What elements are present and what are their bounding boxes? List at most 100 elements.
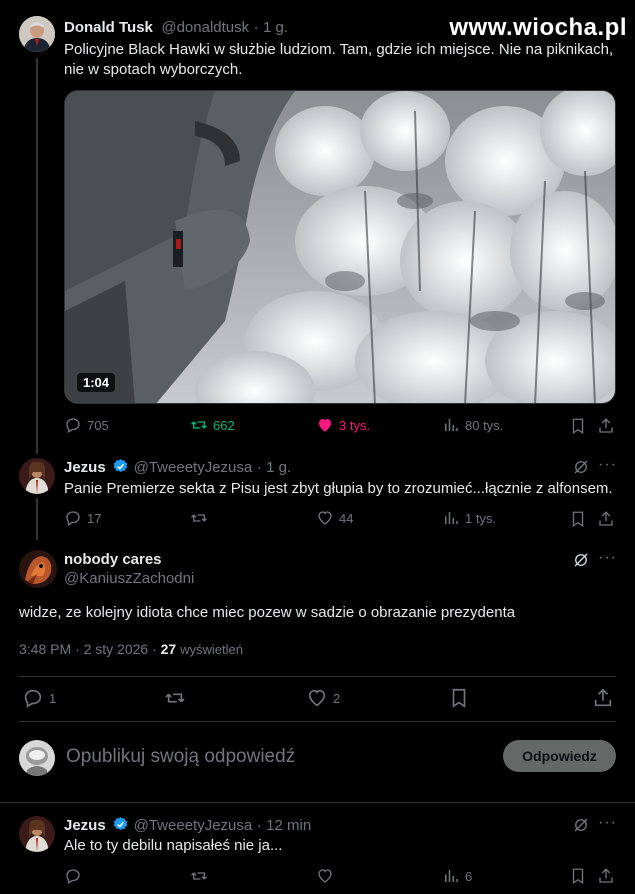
thread-line bbox=[36, 58, 38, 454]
video-thumbnail bbox=[65, 91, 615, 403]
main-tweet-text: widze, ze kolejny idiota chce miec pozew… bbox=[19, 604, 516, 621]
retweet-icon bbox=[191, 514, 207, 522]
views-count: 80 tys. bbox=[465, 417, 504, 433]
reply-icon bbox=[66, 418, 80, 433]
views-icon bbox=[445, 419, 458, 431]
reply-button[interactable]: 705 bbox=[64, 416, 109, 434]
heart-icon bbox=[318, 511, 332, 525]
verified-badge-icon bbox=[113, 459, 128, 473]
bookmark-icon[interactable] bbox=[448, 687, 470, 709]
author-handle[interactable]: @TweeetyJezusa bbox=[134, 817, 253, 834]
grok-icon[interactable] bbox=[572, 458, 590, 476]
separator: · bbox=[256, 817, 262, 834]
reply-count: 705 bbox=[87, 417, 109, 433]
author-name[interactable]: Jezus bbox=[64, 817, 106, 834]
views-label: wyświetleń bbox=[180, 642, 243, 657]
retweet-icon bbox=[191, 421, 207, 429]
avatar-image bbox=[19, 458, 55, 494]
views-icon bbox=[445, 870, 458, 882]
avatar[interactable] bbox=[19, 816, 55, 852]
separator: · bbox=[253, 19, 259, 36]
retweet-button[interactable] bbox=[190, 509, 213, 527]
separator: · bbox=[256, 459, 262, 476]
bookmark-icon[interactable] bbox=[569, 867, 587, 885]
views-count: 1 tys. bbox=[465, 510, 497, 526]
like-button[interactable]: 44 bbox=[316, 509, 353, 527]
tweet-header: Jezus @TweeetyJezusa · 12 min bbox=[64, 816, 311, 835]
thread-line bbox=[36, 498, 38, 540]
video-player[interactable]: 1:04 bbox=[64, 90, 616, 404]
video-duration: 1:04 bbox=[77, 373, 116, 392]
reply-input[interactable]: Opublikuj swoją odpowiedź bbox=[66, 746, 295, 768]
grok-icon[interactable] bbox=[572, 551, 590, 569]
like-count: 3 tys. bbox=[339, 417, 371, 433]
user-avatar[interactable] bbox=[19, 740, 55, 776]
tweet-text: Panie Premierze sekta z Pisu jest zbyt g… bbox=[64, 480, 613, 497]
avatar-image bbox=[19, 550, 57, 588]
more-options-icon[interactable]: ··· bbox=[598, 814, 617, 832]
like-button[interactable]: 3 tys. bbox=[316, 416, 370, 434]
share-icon[interactable] bbox=[597, 867, 615, 885]
like-count: 2 bbox=[333, 690, 341, 706]
reply-icon[interactable] bbox=[64, 867, 82, 885]
heart-icon[interactable] bbox=[316, 867, 334, 885]
author-name[interactable]: Jezus bbox=[64, 459, 106, 476]
grok-icon[interactable] bbox=[572, 816, 590, 834]
verified-badge-icon bbox=[113, 817, 128, 831]
reply-count: 17 bbox=[87, 510, 102, 526]
tweet-time[interactable]: 1 g. bbox=[266, 459, 291, 476]
views-count: 27 bbox=[160, 641, 177, 657]
divider bbox=[19, 676, 616, 677]
share-icon[interactable] bbox=[597, 417, 615, 435]
bookmark-icon[interactable] bbox=[569, 510, 587, 528]
watermark: www.wiocha.pl bbox=[449, 14, 627, 41]
tweet-time[interactable]: 1 g. bbox=[263, 19, 288, 36]
reply-icon bbox=[24, 689, 42, 708]
views-button[interactable]: 80 tys. bbox=[442, 416, 503, 434]
reply-submit-button[interactable]: Odpowiedz bbox=[503, 740, 616, 772]
like-button[interactable]: 2 bbox=[306, 687, 340, 709]
author-handle[interactable]: @TweeetyJezusa bbox=[134, 459, 253, 476]
like-count: 44 bbox=[339, 510, 354, 526]
avatar-image bbox=[19, 816, 55, 852]
author-name[interactable]: Donald Tusk bbox=[64, 19, 153, 36]
tweet-text-line: nie w spotach wyborczych. bbox=[64, 61, 243, 78]
heart-filled-icon bbox=[319, 419, 331, 432]
avatar[interactable] bbox=[19, 16, 55, 52]
views-count: 6 bbox=[465, 868, 473, 884]
tweet-text-line: Policyjne Black Hawki w służbie ludziom.… bbox=[64, 41, 614, 58]
more-options-icon[interactable]: ··· bbox=[598, 549, 617, 567]
tweet-header: Donald Tusk @donaldtusk · 1 g. bbox=[64, 19, 288, 37]
share-icon[interactable] bbox=[597, 510, 615, 528]
author-handle[interactable]: @donaldtusk bbox=[161, 19, 249, 36]
views-button[interactable]: 1 tys. bbox=[442, 509, 496, 527]
share-icon[interactable] bbox=[592, 687, 614, 709]
divider bbox=[0, 802, 635, 803]
avatar[interactable] bbox=[19, 458, 55, 494]
avatar-image bbox=[19, 16, 55, 52]
bookmark-icon[interactable] bbox=[569, 417, 587, 435]
reply-button[interactable]: 17 bbox=[64, 509, 101, 527]
reply-icon bbox=[66, 511, 80, 526]
author-name[interactable]: nobody cares bbox=[64, 551, 162, 568]
more-options-icon[interactable]: ··· bbox=[598, 456, 617, 474]
retweet-icon[interactable] bbox=[190, 867, 208, 885]
tweet-meta: 3:48 PM · 2 sty 2026 · 27 wyświetleń bbox=[19, 641, 243, 657]
tweet-timestamp[interactable]: 3:48 PM · 2 sty 2026 · bbox=[19, 641, 157, 657]
retweet-button[interactable]: 662 bbox=[190, 416, 235, 434]
tweet-time[interactable]: 12 min bbox=[266, 817, 311, 834]
tweet-text: Policyjne Black Hawki w służbie ludziom.… bbox=[64, 40, 624, 80]
heart-icon bbox=[308, 689, 326, 707]
avatar-image bbox=[19, 740, 55, 776]
retweet-count: 662 bbox=[213, 417, 235, 433]
avatar[interactable] bbox=[19, 550, 57, 588]
retweet-icon[interactable] bbox=[164, 687, 186, 709]
reply-button[interactable]: 1 bbox=[22, 687, 56, 709]
tweet-text: Ale to ty debilu napisałeś nie ja... bbox=[64, 837, 283, 854]
divider bbox=[19, 721, 616, 722]
author-handle[interactable]: @KaniuszZachodni bbox=[64, 570, 194, 587]
views-button[interactable]: 6 bbox=[442, 867, 472, 885]
views-icon bbox=[445, 512, 458, 524]
reply-count: 1 bbox=[49, 690, 57, 706]
tweet-header: Jezus @TweeetyJezusa · 1 g. bbox=[64, 458, 291, 477]
